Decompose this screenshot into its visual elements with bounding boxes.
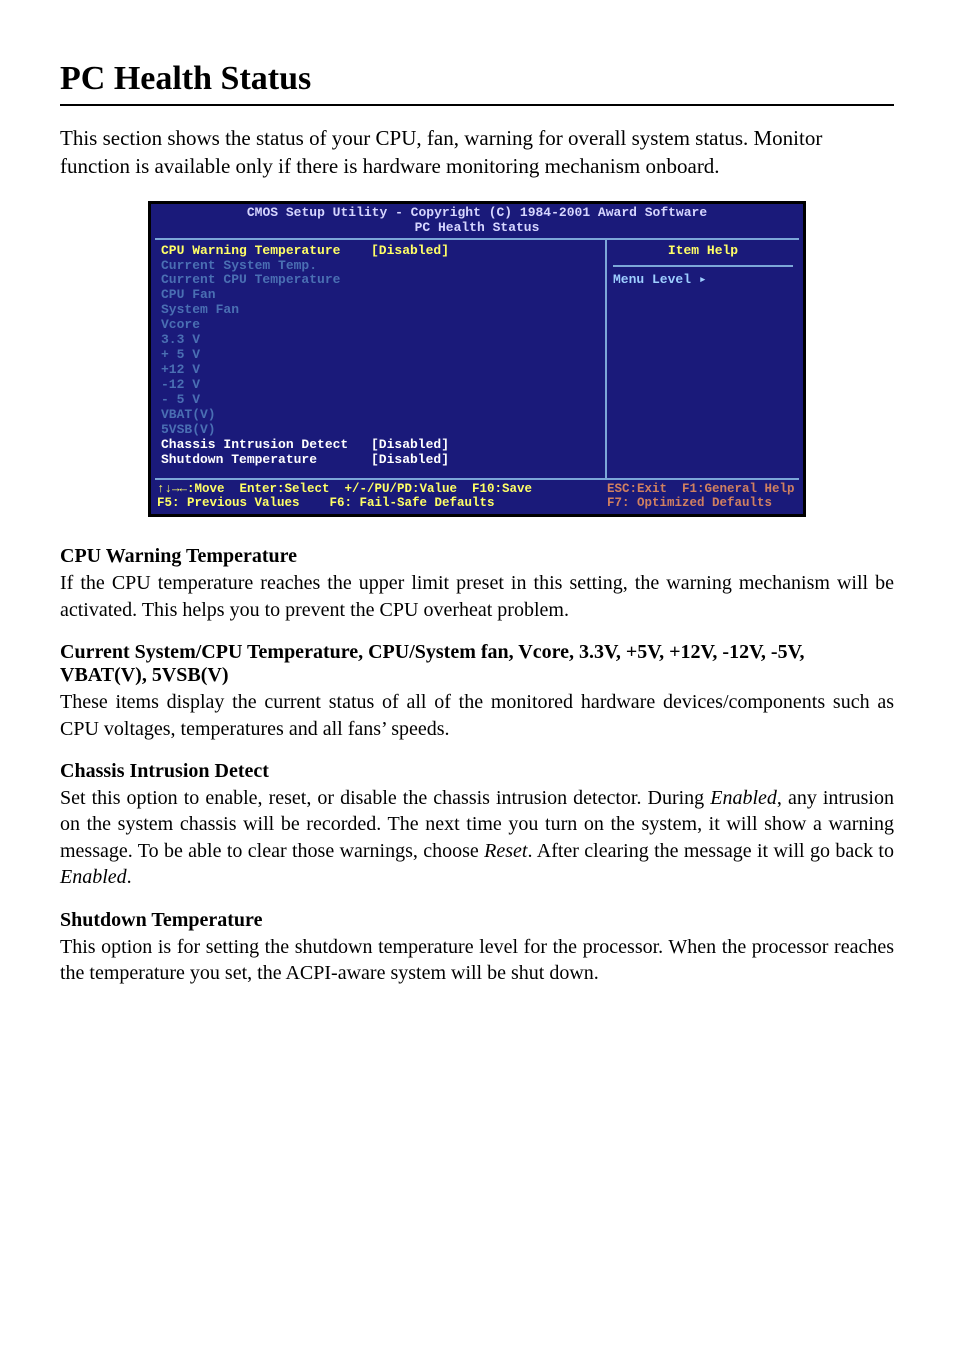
bios-footer: ↑↓→←:Move Enter:Select +/-/PU/PD:Value F…: [151, 480, 803, 515]
section-body: This option is for setting the shutdown …: [60, 934, 894, 987]
section-body: If the CPU temperature reaches the upper…: [60, 570, 894, 623]
bios-setting-label: CPU Warning Temperature: [161, 244, 371, 259]
bios-setting-row: CPU Fan: [161, 288, 599, 303]
bios-setting-label: 3.3 V: [161, 333, 371, 348]
bios-setting-label: + 5 V: [161, 348, 371, 363]
bios-setting-label: Current System Temp.: [161, 259, 371, 274]
bios-setting-row: Current CPU Temperature: [161, 273, 599, 288]
bios-setting-label: Vcore: [161, 318, 371, 333]
bios-setting-row: 5VSB(V): [161, 423, 599, 438]
bios-setting-label: System Fan: [161, 303, 371, 318]
bios-setting-row: Vcore: [161, 318, 599, 333]
section-heading: Current System/CPU Temperature, CPU/Syst…: [60, 641, 894, 687]
sections-container: CPU Warning TemperatureIf the CPU temper…: [60, 545, 894, 986]
bios-setting-label: Shutdown Temperature: [161, 453, 371, 468]
bios-footer-right: ESC:Exit F1:General Help F7: Optimized D…: [607, 482, 797, 511]
bios-setting-label: CPU Fan: [161, 288, 371, 303]
bios-setting-row: 3.3 V: [161, 333, 599, 348]
bios-footer-right-line1: ESC:Exit F1:General Help: [607, 482, 795, 496]
bios-setting-row: -12 V: [161, 378, 599, 393]
bios-footer-left-line1: ↑↓→←:Move Enter:Select +/-/PU/PD:Value F…: [157, 482, 532, 496]
bios-setting-row: Chassis Intrusion Detect[Disabled]: [161, 438, 599, 453]
bios-left-pane: CPU Warning Temperature[Disabled]Current…: [155, 240, 607, 478]
bios-setting-value: [Disabled]: [371, 244, 449, 259]
bios-setting-label: - 5 V: [161, 393, 371, 408]
bios-right-pane: Item Help Menu Level ▸: [607, 240, 799, 478]
bios-setting-row: +12 V: [161, 363, 599, 378]
bios-setting-label: -12 V: [161, 378, 371, 393]
bios-setting-label: 5VSB(V): [161, 423, 371, 438]
bios-screenshot: CMOS Setup Utility - Copyright (C) 1984-…: [148, 201, 806, 518]
bios-header: CMOS Setup Utility - Copyright (C) 1984-…: [151, 204, 803, 238]
section-heading: CPU Warning Temperature: [60, 545, 894, 568]
bios-setting-value: [Disabled]: [371, 438, 449, 453]
section-heading: Shutdown Temperature: [60, 909, 894, 932]
bios-setting-row: System Fan: [161, 303, 599, 318]
bios-footer-right-line2: F7: Optimized Defaults: [607, 496, 772, 510]
section-body: These items display the current status o…: [60, 689, 894, 742]
bios-header-line2: PC Health Status: [151, 221, 803, 236]
bios-setting-row: CPU Warning Temperature[Disabled]: [161, 244, 599, 259]
bios-setting-row: VBAT(V): [161, 408, 599, 423]
intro-text: This section shows the status of your CP…: [60, 124, 894, 181]
title-rule: [60, 104, 894, 106]
bios-window: CMOS Setup Utility - Copyright (C) 1984-…: [148, 201, 806, 518]
bios-setting-label: VBAT(V): [161, 408, 371, 423]
bios-footer-left-line2: F5: Previous Values F6: Fail-Safe Defaul…: [157, 496, 495, 510]
bios-footer-left: ↑↓→←:Move Enter:Select +/-/PU/PD:Value F…: [157, 482, 607, 511]
bios-setting-label: Current CPU Temperature: [161, 273, 371, 288]
bios-setting-row: Current System Temp.: [161, 259, 599, 274]
bios-body: CPU Warning Temperature[Disabled]Current…: [155, 238, 799, 480]
bios-setting-row: Shutdown Temperature[Disabled]: [161, 453, 599, 468]
bios-menu-level: Menu Level ▸: [613, 273, 793, 288]
bios-header-line1: CMOS Setup Utility - Copyright (C) 1984-…: [151, 206, 803, 221]
bios-setting-label: Chassis Intrusion Detect: [161, 438, 371, 453]
bios-item-help-title: Item Help: [613, 244, 793, 267]
bios-setting-row: - 5 V: [161, 393, 599, 408]
bios-setting-row: + 5 V: [161, 348, 599, 363]
page-title: PC Health Status: [60, 60, 894, 98]
section-body: Set this option to enable, reset, or dis…: [60, 785, 894, 891]
section-heading: Chassis Intrusion Detect: [60, 760, 894, 783]
bios-setting-label: +12 V: [161, 363, 371, 378]
bios-setting-value: [Disabled]: [371, 453, 449, 468]
